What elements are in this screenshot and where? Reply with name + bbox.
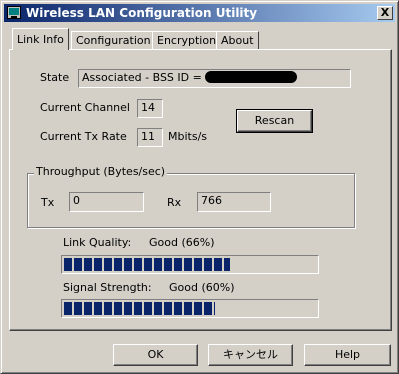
signal-strength-bar (61, 299, 319, 318)
link-quality-label: Link Quality: (63, 236, 132, 249)
tab-about[interactable]: About (216, 31, 259, 49)
state-value: Associated - BSS ID = (82, 71, 202, 84)
channel-field: 14 (137, 99, 163, 118)
app-icon (7, 6, 21, 19)
tx-rate-field: 11 (137, 128, 163, 147)
channel-label: Current Channel (40, 101, 130, 114)
ok-button-label: OK (147, 348, 164, 361)
rescan-button-label: Rescan (254, 114, 295, 127)
tx-label: Tx (41, 196, 55, 209)
rescan-button[interactable]: Rescan (236, 109, 313, 133)
rx-label: Rx (167, 196, 182, 209)
state-label: State (40, 71, 70, 84)
channel-value: 14 (141, 101, 155, 114)
tab-link-info[interactable]: Link Info (12, 28, 69, 50)
signal-strength-label: Signal Strength: (63, 281, 152, 294)
tab-link-info-label: Link Info (17, 33, 64, 46)
window-title: Wireless LAN Configuration Utility (26, 6, 258, 20)
app-window: Wireless LAN Configuration Utility X Lin… (0, 0, 399, 374)
link-quality-bar (61, 255, 319, 274)
tx-rate-unit: Mbits/s (168, 130, 208, 143)
tx-field: 0 (69, 192, 144, 212)
signal-strength-fill (64, 302, 216, 315)
tab-encryption[interactable]: Encryption (152, 31, 222, 49)
state-field: Associated - BSS ID = (78, 69, 351, 88)
rx-value: 766 (201, 194, 222, 207)
link-quality-status: Good (66%) (149, 236, 215, 249)
cancel-button-label: キャンセル (223, 348, 278, 361)
close-button[interactable]: X (377, 6, 393, 20)
tx-rate-value: 11 (141, 130, 155, 143)
throughput-title: Throughput (Bytes/sec) (34, 165, 168, 178)
rx-field: 766 (197, 192, 271, 212)
cancel-button[interactable]: キャンセル (208, 344, 293, 366)
help-button-label: Help (334, 348, 361, 361)
help-button[interactable]: Help (304, 344, 391, 366)
title-bar[interactable]: Wireless LAN Configuration Utility X (4, 4, 395, 22)
tab-configuration-label: Configuration (76, 34, 151, 47)
redacted-bssid (205, 71, 298, 83)
tab-encryption-label: Encryption (157, 34, 217, 47)
tx-value: 0 (73, 194, 80, 207)
link-quality-fill (64, 258, 231, 271)
tab-configuration[interactable]: Configuration (71, 31, 156, 49)
tx-rate-label: Current Tx Rate (40, 130, 127, 143)
close-icon: X (380, 6, 390, 19)
signal-strength-status: Good (60%) (169, 281, 235, 294)
tab-about-label: About (221, 34, 254, 47)
ok-button[interactable]: OK (113, 344, 198, 366)
